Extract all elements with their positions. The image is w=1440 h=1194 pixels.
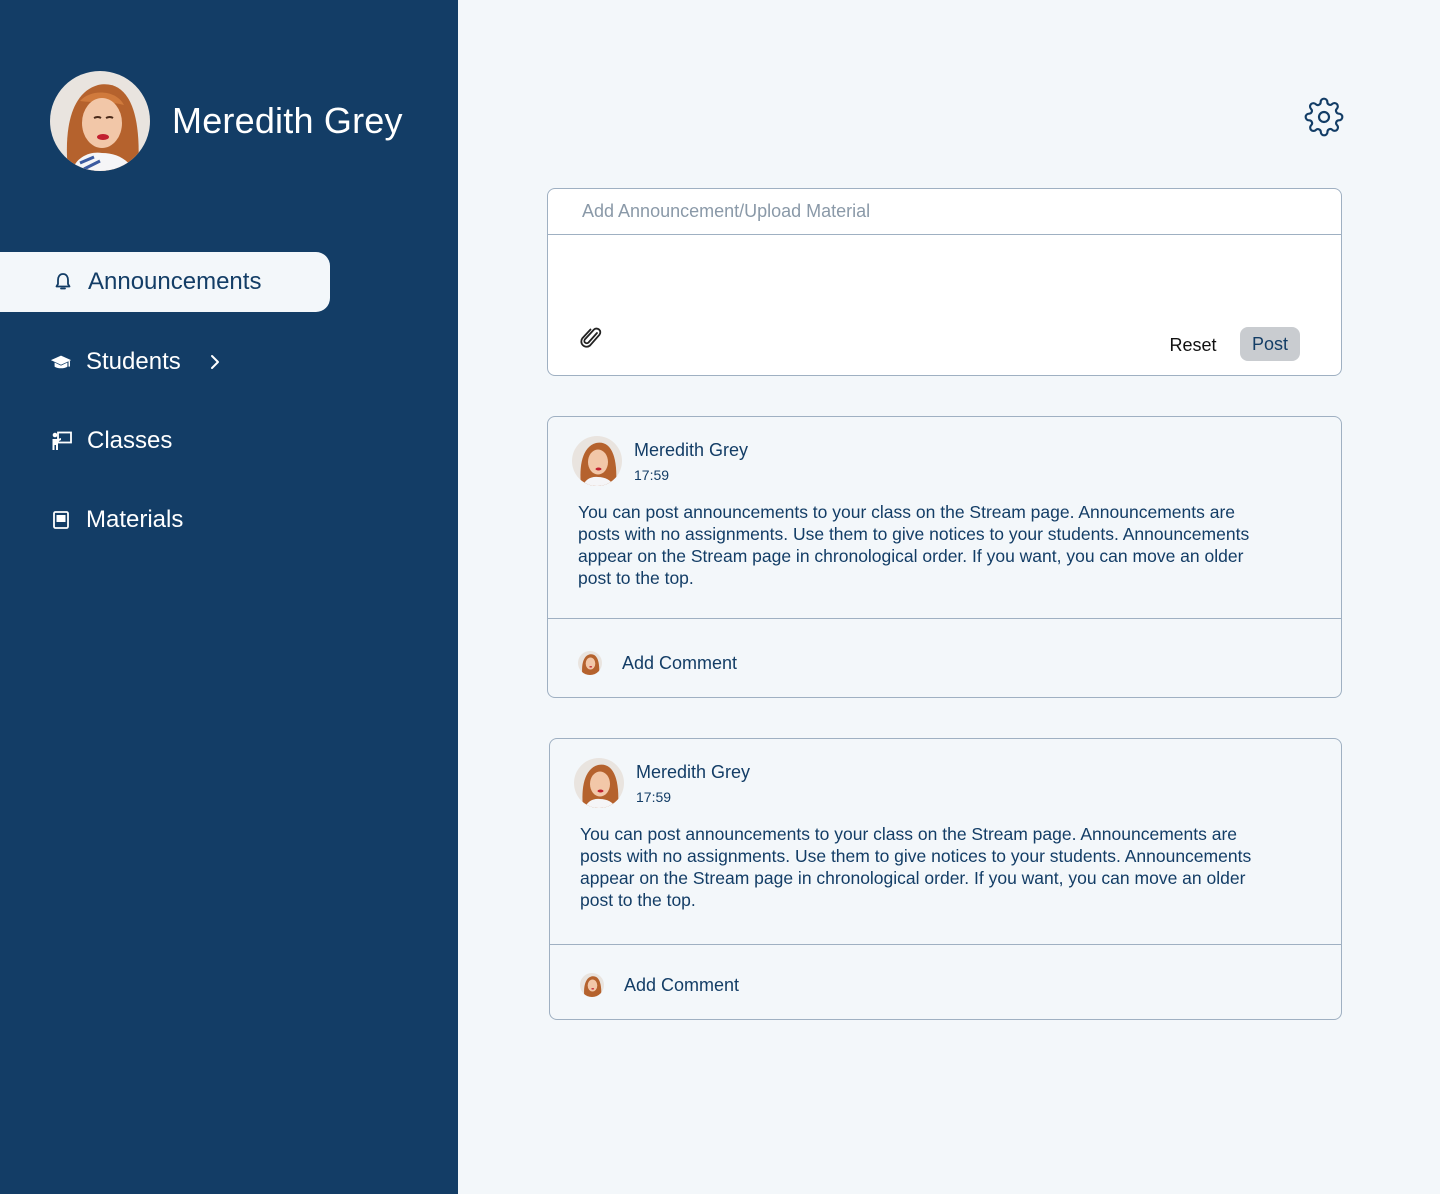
post-author: Meredith Grey <box>636 762 751 782</box>
post-header: Meredith Grey 17:59 <box>572 436 748 486</box>
post-header: Meredith Grey 17:59 <box>574 758 750 808</box>
avatar <box>578 651 602 675</box>
sidebar-item-materials[interactable]: Materials <box>0 490 183 550</box>
settings-button[interactable] <box>1302 97 1346 141</box>
sidebar-item-label: Classes <box>87 427 173 454</box>
chevron-right-icon[interactable] <box>209 354 221 370</box>
sidebar-item-label: Materials <box>86 506 184 533</box>
profile-name: Meredith Grey <box>172 100 403 141</box>
add-comment-button[interactable]: Add Comment <box>580 973 739 997</box>
announcement-input[interactable] <box>548 189 1341 235</box>
sidebar-item-students[interactable]: Students <box>0 332 221 392</box>
post-button[interactable]: Post <box>1240 327 1300 361</box>
post-body: You can post announcements to your class… <box>580 824 1252 910</box>
announcement-card: Meredith Grey 17:59 You can post announc… <box>549 738 1342 1020</box>
gear-icon <box>1304 97 1344 142</box>
sidebar-item-label: Students <box>86 348 181 375</box>
sidebar-item-label: Announcements <box>88 268 262 295</box>
add-comment-label: Add Comment <box>622 652 738 673</box>
avatar <box>50 71 150 171</box>
avatar <box>572 436 622 486</box>
post-body: You can post announcements to your class… <box>578 502 1250 588</box>
graduation-cap-icon <box>50 351 72 373</box>
add-comment-button[interactable]: Add Comment <box>578 651 737 675</box>
bell-icon <box>52 271 74 293</box>
app: Meredith Grey Announcements Students Cla… <box>0 0 1440 1194</box>
post-time: 17:59 <box>636 789 672 805</box>
add-comment-label: Add Comment <box>624 974 740 995</box>
announcement-card: Meredith Grey 17:59 You can post announc… <box>547 416 1342 698</box>
announcement-composer: Reset Post <box>547 188 1342 376</box>
avatar <box>574 758 624 808</box>
reset-button[interactable]: Reset <box>1158 328 1228 362</box>
post-author: Meredith Grey <box>634 440 749 460</box>
sidebar-item-classes[interactable]: Classes <box>0 411 172 471</box>
sidebar-item-announcements[interactable]: Announcements <box>0 252 330 312</box>
post-time: 17:59 <box>634 467 670 483</box>
paperclip-icon[interactable] <box>580 325 604 351</box>
profile: Meredith Grey <box>50 71 403 171</box>
avatar <box>580 973 604 997</box>
divider <box>548 618 1341 619</box>
divider <box>550 944 1341 945</box>
book-icon <box>50 509 72 531</box>
sidebar: Meredith Grey Announcements Students Cla… <box>0 0 458 1194</box>
teacher-board-icon <box>51 430 73 452</box>
